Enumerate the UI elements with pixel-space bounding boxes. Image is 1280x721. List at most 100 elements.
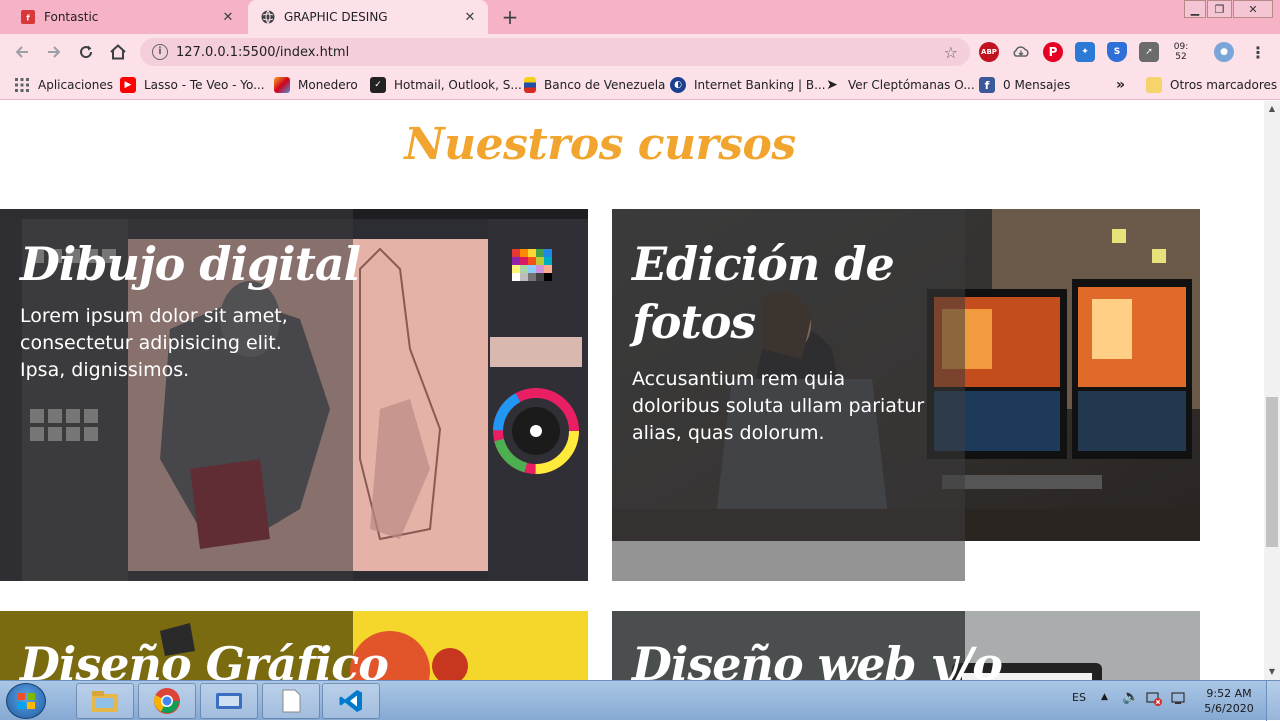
more-bookmarks-button[interactable]: » (1116, 76, 1125, 94)
tray-expand-icon[interactable]: ▲ (1101, 692, 1108, 702)
youtube-icon: ▶ (120, 77, 136, 93)
card-heading: Diseño Gráfico (20, 637, 389, 680)
language-indicator[interactable]: ES (1072, 691, 1086, 704)
facebook-icon: f (979, 77, 995, 93)
bookmark-internet-banking[interactable]: ◐ Internet Banking | B... (670, 76, 826, 94)
wallet-icon (274, 77, 290, 93)
scroll-up-arrow-icon[interactable]: ▲ (1264, 101, 1280, 117)
tab-title: Fontastic (44, 10, 99, 24)
windows-logo-icon (17, 693, 35, 709)
card-heading: Diseño web y/o (632, 637, 1003, 680)
browser-toolbar: i 127.0.0.1:5500/index.html ☆ ABP P ✦ S … (0, 34, 1280, 70)
section-title: Nuestros cursos (404, 119, 796, 170)
bookmark-label: Lasso - Te Veo - Yo... (144, 78, 265, 92)
globe-icon (260, 9, 276, 25)
tab-graphic-desing[interactable]: GRAPHIC DESING ✕ (248, 0, 488, 34)
bookmark-hotmail[interactable]: ✓ Hotmail, Outlook, S... (370, 76, 522, 94)
restore-button[interactable]: ❐ (1207, 0, 1232, 18)
card-heading: Edición de fotos (632, 237, 895, 349)
arrow-right-icon (48, 46, 61, 58)
show-desktop-button[interactable] (1266, 681, 1280, 721)
bookmark-label: Aplicaciones (38, 78, 113, 92)
bookmarks-bar: Aplicaciones ▶ Lasso - Te Veo - Yo... Mo… (0, 70, 1280, 100)
home-icon (110, 44, 126, 60)
taskbar-explorer[interactable] (76, 683, 134, 719)
scroll-thumb[interactable] (1266, 397, 1278, 547)
fontastic-icon: f (20, 9, 36, 25)
apps-grid-icon (14, 77, 30, 93)
minimize-button[interactable]: ▁ (1184, 0, 1206, 18)
card-text: Accusantium rem quia doloribus soluta ul… (632, 368, 925, 444)
play-icon: ➤ (826, 77, 838, 93)
rocket-icon[interactable]: ➚ (1139, 42, 1159, 62)
shield-icon[interactable]: S (1107, 42, 1127, 62)
keyboard-icon (216, 693, 242, 709)
new-tab-button[interactable]: + (498, 5, 522, 29)
bookmark-other[interactable]: Otros marcadores (1146, 76, 1277, 94)
tab-fontastic[interactable]: f Fontastic ✕ (8, 0, 246, 34)
adblock-icon[interactable]: ABP (979, 42, 999, 62)
page-scrollbar[interactable]: ▲ ▼ (1264, 101, 1280, 680)
course-card-dibujo-digital[interactable]: Dibujo digital Lorem ipsum dolor sit ame… (0, 209, 588, 581)
course-card-edicion-fotos[interactable]: Edición de fotos Accusantium rem quia do… (612, 209, 1200, 581)
home-button[interactable] (106, 40, 130, 64)
windows-taskbar: ES ▲ 🔈 9:52 AM 5/6/2020 (0, 680, 1280, 721)
folder-icon (1146, 77, 1162, 93)
arrow-left-icon (15, 46, 28, 58)
bookmark-label: Banco de Venezuela (544, 78, 666, 92)
volume-icon[interactable]: 🔈 (1122, 689, 1139, 705)
bookmark-label: Hotmail, Outlook, S... (394, 78, 522, 92)
bookmark-facebook[interactable]: f 0 Mensajes (979, 76, 1070, 94)
clock-date: 5/6/2020 (1204, 702, 1254, 715)
bank-icon (524, 77, 536, 93)
close-tab-icon[interactable]: ✕ (460, 7, 480, 27)
svg-text:f: f (26, 14, 30, 23)
bookmark-label: Internet Banking | B... (694, 78, 826, 92)
taskbar-keyboard-app[interactable] (200, 683, 258, 719)
card-text: Lorem ipsum dolor sit amet, consectetur … (20, 305, 288, 381)
browser-tab-bar: f Fontastic ✕ GRAPHIC DESING ✕ + ▁ ❐ ✕ (0, 0, 1280, 34)
bookmark-apps[interactable]: Aplicaciones (14, 76, 113, 94)
reload-icon (80, 45, 93, 59)
bank-globe-icon: ◐ (670, 77, 686, 93)
address-bar[interactable]: i 127.0.0.1:5500/index.html ☆ (140, 38, 970, 66)
folder-icon (92, 691, 118, 712)
page-viewport: Nuestros cursos Dibujo digital Lorem ips… (0, 101, 1264, 680)
pinterest-icon[interactable]: P (1043, 42, 1063, 62)
bookmark-monedero[interactable]: Monedero (274, 76, 358, 94)
card-heading: Dibujo digital (20, 237, 361, 291)
url-text: 127.0.0.1:5500/index.html (176, 44, 350, 60)
course-card-diseno-grafico[interactable]: Diseño Gráfico (0, 611, 588, 680)
close-tab-icon[interactable]: ✕ (218, 7, 238, 27)
close-window-button[interactable]: ✕ (1233, 0, 1273, 18)
star-icon[interactable]: ☆ (944, 43, 958, 62)
tab-title: GRAPHIC DESING (284, 10, 388, 24)
outlook-icon: ✓ (370, 77, 386, 93)
course-card-diseno-web[interactable]: Diseño web y/o (612, 611, 1200, 680)
action-center-icon[interactable] (1171, 690, 1187, 709)
menu-kebab-icon[interactable]: ⋮ (1248, 42, 1268, 62)
bookmark-banco-venezuela[interactable]: Banco de Venezuela (524, 76, 665, 94)
bookmark-youtube[interactable]: ▶ Lasso - Te Veo - Yo... (120, 76, 265, 94)
system-clock[interactable]: 9:52 AM 5/6/2020 (1196, 686, 1262, 716)
vscode-icon (339, 690, 362, 712)
taskbar-vscode[interactable] (322, 683, 380, 719)
taskbar-chrome[interactable] (138, 683, 196, 719)
start-button[interactable] (6, 683, 46, 719)
info-icon[interactable]: i (152, 44, 168, 60)
bookmark-label: 0 Mensajes (1003, 78, 1071, 92)
back-button[interactable] (10, 40, 34, 64)
scroll-down-arrow-icon[interactable]: ▼ (1264, 664, 1280, 680)
cloud-download-icon[interactable] (1011, 42, 1031, 62)
document-icon (282, 689, 301, 713)
profile-avatar[interactable]: ● (1214, 42, 1234, 62)
forward-button[interactable] (42, 40, 66, 64)
reload-button[interactable] (74, 40, 98, 64)
taskbar-notepad[interactable] (262, 683, 320, 719)
network-warning-icon[interactable] (1146, 690, 1162, 709)
bookmark-label: Ver Cleptómanas O... (848, 78, 975, 92)
extension-clock[interactable]: 09: 52 (1168, 42, 1194, 62)
bookmark-cleptomanas[interactable]: ➤ Ver Cleptómanas O... (824, 76, 975, 94)
bookmark-label: Monedero (298, 78, 358, 92)
extension-puzzle-icon[interactable]: ✦ (1075, 42, 1095, 62)
